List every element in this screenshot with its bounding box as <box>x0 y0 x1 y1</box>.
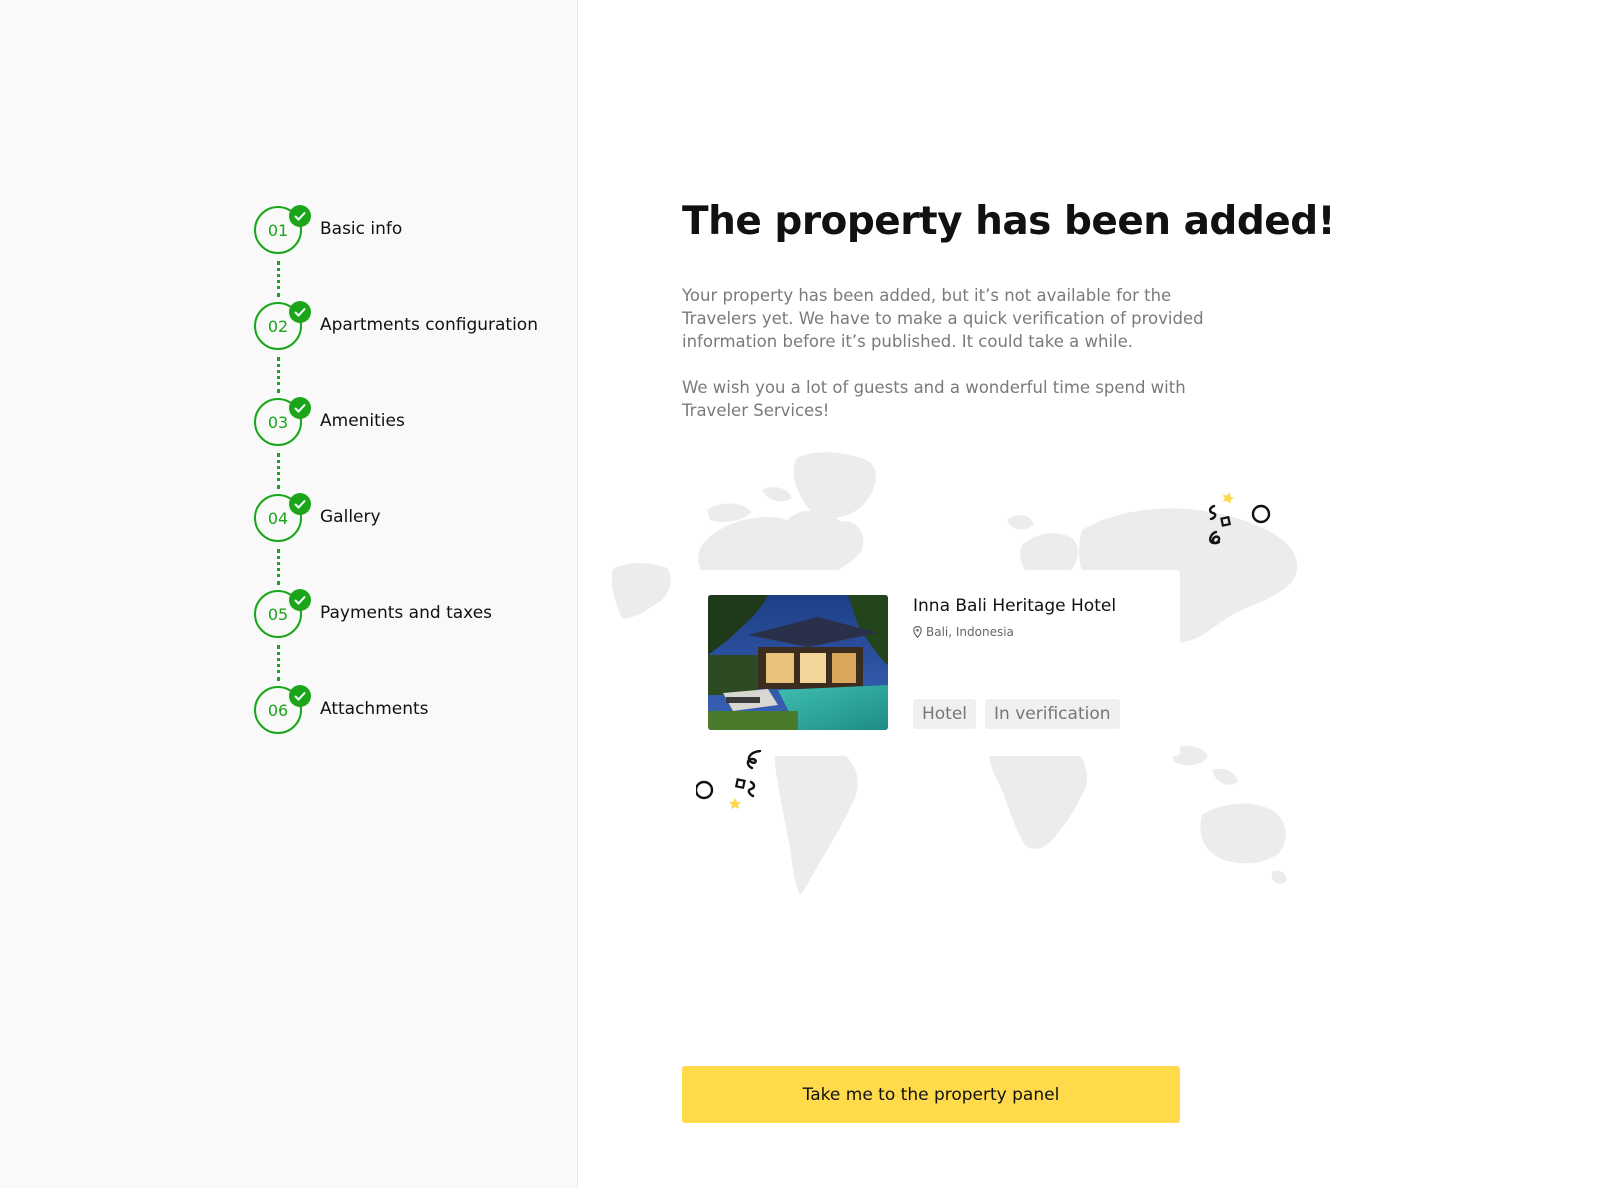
step-number: 06 <box>267 700 289 720</box>
step-number: 03 <box>267 412 289 432</box>
property-tags: Hotel In verification <box>913 699 1120 729</box>
check-icon <box>289 493 311 515</box>
step-label: Payments and taxes <box>320 603 493 623</box>
step-label: Apartments configuration <box>320 315 538 335</box>
step-connector <box>277 261 280 297</box>
property-location-text: Bali, Indonesia <box>926 625 1014 639</box>
property-location: Bali, Indonesia <box>913 625 1014 639</box>
step-connector <box>277 453 280 489</box>
step-connector <box>277 549 280 585</box>
check-icon <box>289 685 311 707</box>
status-tag: In verification <box>985 699 1120 729</box>
check-icon <box>289 301 311 323</box>
property-card[interactable]: Inna Bali Heritage Hotel Bali, Indonesia… <box>682 570 1180 756</box>
location-pin-icon <box>913 626 922 638</box>
step-number: 05 <box>267 604 289 624</box>
steps-sidebar: 01 Basic info 02 Apartments configuratio… <box>0 0 578 1188</box>
step-label: Gallery <box>320 507 381 527</box>
check-icon <box>289 589 311 611</box>
page-title: The property has been added! <box>682 199 1335 244</box>
check-icon <box>289 205 311 227</box>
check-icon <box>289 397 311 419</box>
verification-message: Your property has been added, but it’s n… <box>682 286 1204 351</box>
step-number: 04 <box>267 508 289 528</box>
step-label: Attachments <box>320 699 429 719</box>
step-label: Basic info <box>320 219 403 239</box>
property-panel-button[interactable]: Take me to the property panel <box>682 1066 1180 1123</box>
main-content: The property has been added! Your proper… <box>612 0 1600 1188</box>
property-name: Inna Bali Heritage Hotel <box>913 596 1117 616</box>
property-photo <box>708 595 888 730</box>
type-tag: Hotel <box>913 699 977 729</box>
step-label: Amenities <box>320 411 405 431</box>
step-connector <box>277 357 280 393</box>
step-connector <box>277 645 280 681</box>
step-number: 01 <box>267 220 289 240</box>
confetti-bottom-left-icon <box>696 750 762 809</box>
step-number: 02 <box>267 316 289 336</box>
wish-message: We wish you a lot of guests and a wonder… <box>682 378 1186 420</box>
confetti-top-right-icon <box>1208 492 1271 545</box>
